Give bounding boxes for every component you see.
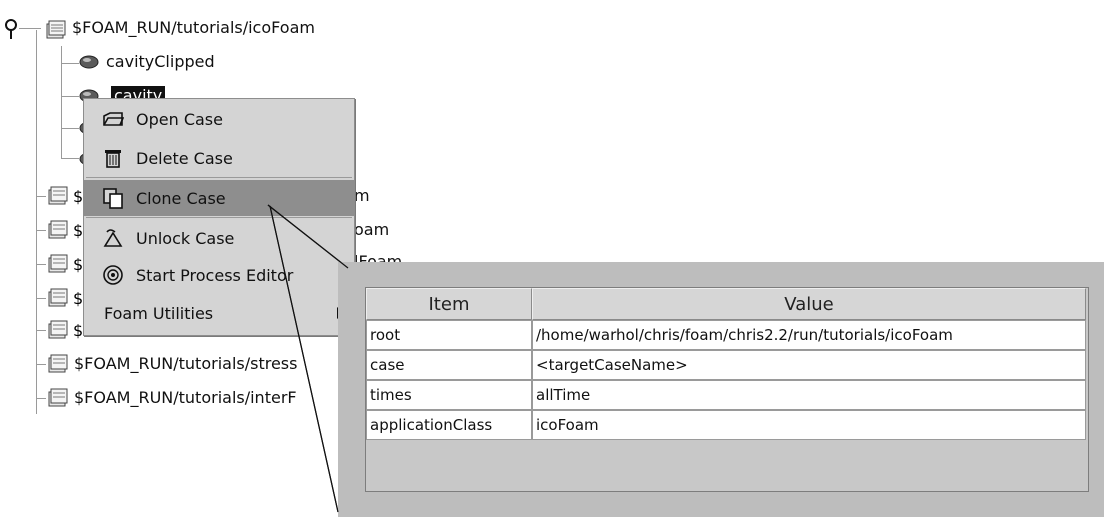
menu-item-label: Clone Case (136, 188, 226, 208)
context-menu: Open Case Delete Case Clone Case Unlock … (83, 98, 355, 336)
tree-connector (36, 364, 46, 365)
trash-icon (105, 150, 121, 168)
tree-connector (61, 158, 79, 159)
menu-item-label: Unlock Case (136, 228, 235, 248)
folder-open-icon (103, 112, 124, 126)
menu-item-label: Open Case (136, 109, 223, 129)
tree-node-label-fragment: oam (354, 220, 390, 239)
svg-text:$: $ (73, 255, 83, 274)
tree-node-folder-label: $FOAM_RUN/tutorials/interF (74, 388, 297, 407)
table-cell-item: applicationClass (366, 410, 532, 440)
tree-line-vertical-root (36, 30, 37, 414)
case-disc-icon (79, 55, 99, 69)
column-header-value[interactable]: Value (532, 288, 1086, 320)
table-cell-value[interactable]: <targetCaseName> (532, 350, 1086, 380)
tree-node-folder[interactable]: $ (46, 184, 84, 210)
tree-node-folder[interactable]: $ (46, 286, 84, 312)
menu-item-delete-case[interactable]: Delete Case (84, 140, 354, 176)
folder-icon: $ (48, 320, 83, 340)
table-cell-value[interactable]: /home/warhol/chris/foam/chris2.2/run/tut… (532, 320, 1086, 350)
menu-item-clone-case[interactable]: Clone Case (84, 180, 354, 216)
menu-item-label: Delete Case (136, 148, 233, 168)
table-empty-area (366, 440, 1086, 489)
tree-connector (19, 28, 41, 29)
table-row[interactable]: case <targetCaseName> (366, 350, 1086, 380)
menu-item-start-process-editor[interactable]: Start Process Editor (84, 257, 354, 293)
collapse-knob-icon (5, 19, 17, 39)
tree-node-case-label: cavityClipped (106, 52, 215, 71)
table-cell-item: times (366, 380, 532, 410)
svg-text:$: $ (73, 321, 83, 340)
tree-node-folder[interactable]: $ (46, 218, 84, 244)
folder-icon: $ (48, 186, 83, 206)
table-cell-value[interactable]: allTime (532, 380, 1086, 410)
tree-node-label-fragment: lFoam (354, 252, 403, 262)
folder-icon (46, 20, 66, 39)
tree-connector (61, 63, 79, 64)
clone-icon (103, 188, 123, 209)
folder-icon: $ (48, 220, 83, 240)
folder-icon: $ (48, 254, 83, 274)
table-header: Item Value (366, 288, 1086, 320)
column-header-item[interactable]: Item (366, 288, 532, 320)
tree-node-folder[interactable]: $ (46, 318, 84, 344)
tree-connector (36, 230, 46, 231)
tree-connector (61, 96, 79, 97)
tree-connector (36, 330, 46, 331)
menu-item-open-case[interactable]: Open Case (84, 101, 354, 137)
tree-connector (36, 264, 46, 265)
table-row[interactable]: root /home/warhol/chris/foam/chris2.2/ru… (366, 320, 1086, 350)
menu-separator (86, 177, 352, 178)
tree-node-label-fragment: m (354, 186, 370, 205)
table-cell-item: case (366, 350, 532, 380)
tree-node-folder-label: $FOAM_RUN/tutorials/stress (74, 354, 298, 373)
clone-case-table: Item Value root /home/warhol/chris/foam/… (365, 287, 1089, 492)
tree-expand-handle[interactable] (4, 18, 20, 40)
tree-node-root-label: $FOAM_RUN/tutorials/icoFoam (72, 18, 315, 37)
menu-item-foam-utilities[interactable]: Foam Utilities (84, 295, 354, 331)
folder-icon (48, 354, 68, 373)
process-editor-icon (103, 265, 123, 285)
tree-node-case-label: cavity (111, 86, 166, 98)
folder-icon (48, 388, 68, 407)
menu-item-label: Start Process Editor (136, 265, 294, 285)
svg-text:$: $ (73, 289, 83, 308)
folder-icon: $ (48, 288, 83, 308)
table-cell-value[interactable]: icoFoam (532, 410, 1086, 440)
svg-text:$: $ (73, 187, 83, 206)
table-cell-item: root (366, 320, 532, 350)
svg-text:$: $ (73, 221, 83, 240)
menu-separator (86, 217, 352, 218)
unlock-icon (103, 229, 123, 247)
table-row[interactable]: applicationClass icoFoam (366, 410, 1086, 440)
tree-connector (61, 128, 79, 129)
tree-node-folder[interactable]: $ (46, 252, 84, 278)
menu-item-label: Foam Utilities (104, 303, 214, 323)
menu-item-unlock-case[interactable]: Unlock Case (84, 220, 354, 256)
tree-connector (36, 196, 46, 197)
tree-connector (36, 398, 46, 399)
table-row[interactable]: times allTime (366, 380, 1086, 410)
tree-connector (36, 298, 46, 299)
